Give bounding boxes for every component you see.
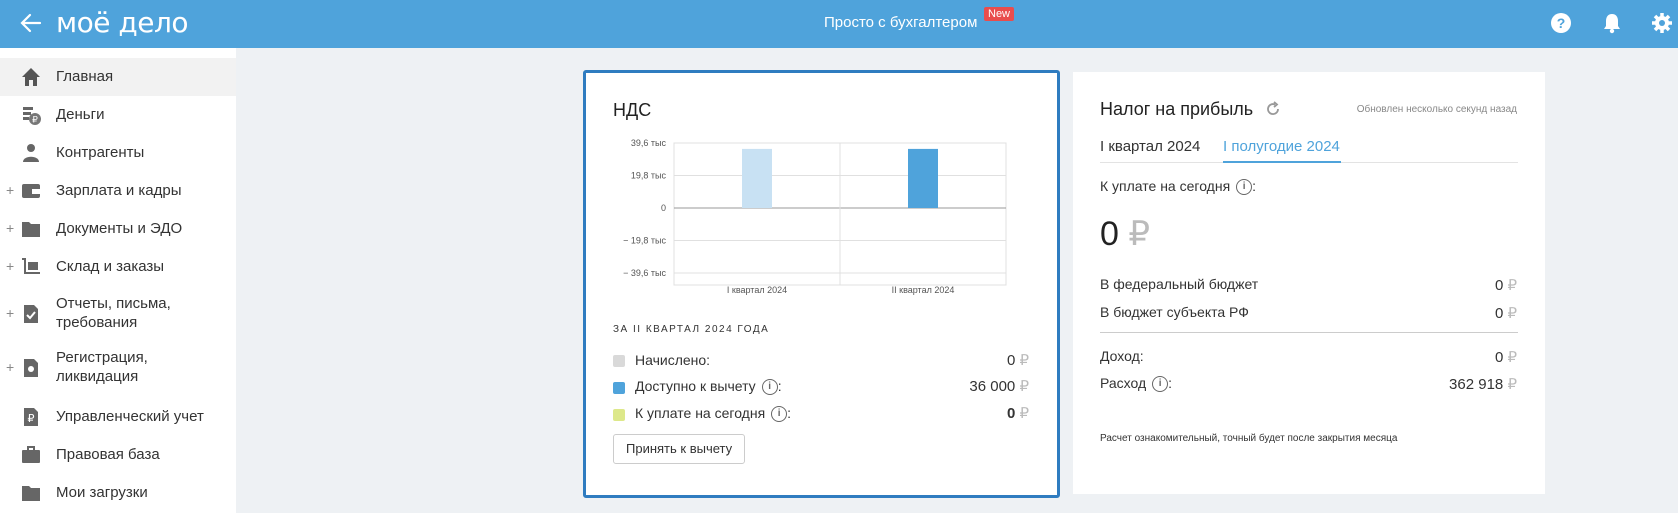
row-value: 0 ₽ bbox=[1006, 352, 1029, 369]
briefcase-icon bbox=[22, 446, 40, 463]
regional-budget-label: В бюджет субъекта РФ bbox=[1100, 304, 1249, 320]
tab-q1[interactable]: I квартал 2024 bbox=[1100, 138, 1200, 155]
regional-budget-value: 0 ₽ bbox=[1494, 305, 1517, 322]
row-value: 36 000 ₽ bbox=[969, 378, 1029, 395]
y-tick-label: 0 bbox=[661, 203, 666, 213]
expand-icon[interactable]: + bbox=[6, 182, 14, 198]
sidebar: Главная ₽ Деньги Контрагенты + Зарплата … bbox=[0, 48, 236, 513]
x-tick-label: I квартал 2024 bbox=[727, 285, 787, 295]
federal-budget-value: 0 ₽ bbox=[1494, 277, 1517, 294]
period-caption: ЗА II КВАРТАЛ 2024 ГОДА bbox=[613, 324, 770, 335]
sidebar-item-label: Мои загрузки bbox=[56, 484, 148, 501]
y-tick-label: − 39,6 тыс bbox=[623, 268, 666, 278]
sidebar-item-label: Деньги bbox=[56, 106, 105, 123]
sidebar-item-legal[interactable]: Правовая база bbox=[0, 436, 236, 474]
sidebar-item-label: Зарплата и кадры bbox=[56, 182, 182, 199]
nds-card: НДС 39,6 тыс 19,8 тыс 0 − 19,8 тыс − 39,6 ты… bbox=[583, 70, 1060, 498]
report-icon bbox=[24, 305, 38, 323]
gear-icon[interactable] bbox=[1651, 12, 1673, 34]
section-divider bbox=[1100, 332, 1518, 333]
calculation-note: Расчет ознакомительный, точный будет пос… bbox=[1100, 433, 1398, 444]
row-label: Доступно к вычету i: bbox=[635, 378, 782, 396]
expand-icon[interactable]: + bbox=[6, 258, 14, 274]
ruble-doc-icon: ₽ bbox=[24, 408, 38, 426]
y-tick-label: 19,8 тыс bbox=[631, 171, 667, 181]
y-tick-label: − 19,8 тыс bbox=[623, 236, 666, 246]
registration-icon bbox=[24, 359, 38, 377]
sidebar-item-label: Документы и ЭДО bbox=[56, 220, 183, 237]
sidebar-item-label: Правовая база bbox=[56, 446, 160, 463]
svg-text:?: ? bbox=[1557, 15, 1566, 31]
legend-swatch bbox=[613, 382, 625, 394]
accept-deduction-button[interactable]: Принять к вычету bbox=[613, 434, 746, 464]
sidebar-item-label: Регистрация, ликвидация bbox=[56, 349, 148, 385]
sidebar-item-warehouse[interactable]: + Склад и заказы bbox=[0, 248, 236, 286]
header-title[interactable]: Просто с бухгалтером bbox=[824, 14, 977, 31]
help-icon[interactable]: ? bbox=[1550, 12, 1572, 34]
info-icon[interactable]: i bbox=[1236, 179, 1253, 196]
sidebar-item-registration[interactable]: + Регистрация, ликвидация bbox=[0, 342, 236, 394]
sidebar-item-label: Склад и заказы bbox=[56, 258, 165, 275]
expense-label: Расход i: bbox=[1100, 375, 1173, 393]
legend-swatch bbox=[613, 355, 625, 367]
new-badge: New bbox=[984, 7, 1015, 21]
sidebar-item-money[interactable]: ₽ Деньги bbox=[0, 96, 236, 134]
folder-icon bbox=[22, 486, 40, 501]
sidebar-item-management[interactable]: ₽ Управленческий учет bbox=[0, 398, 236, 436]
row-label: К уплате на сегодня i: bbox=[635, 405, 792, 423]
active-tab-indicator bbox=[1223, 161, 1341, 163]
row-label: Начислено: bbox=[635, 352, 711, 368]
nds-chart: 39,6 тыс 19,8 тыс 0 − 19,8 тыс − 39,6 тыс I к… bbox=[623, 138, 1007, 295]
sidebar-item-documents[interactable]: + Документы и ЭДО bbox=[0, 210, 236, 248]
bell-icon[interactable] bbox=[1601, 12, 1623, 34]
tab-half-year[interactable]: I полугодие 2024 bbox=[1223, 138, 1340, 155]
profit-tax-card: Налог на прибыль Обновлен несколько секу… bbox=[1073, 72, 1545, 494]
expand-icon[interactable]: + bbox=[6, 305, 14, 321]
sidebar-item-home[interactable]: Главная bbox=[0, 58, 236, 96]
card-title: Налог на прибыль bbox=[1100, 99, 1254, 119]
expand-icon[interactable]: + bbox=[6, 220, 14, 236]
sidebar-item-downloads[interactable]: Мои загрузки bbox=[0, 474, 236, 512]
info-icon[interactable]: i bbox=[1152, 376, 1169, 393]
folder-icon bbox=[22, 222, 40, 237]
info-icon[interactable]: i bbox=[771, 406, 788, 423]
bar bbox=[742, 148, 772, 208]
refresh-icon[interactable] bbox=[1265, 101, 1281, 117]
income-label: Доход: bbox=[1100, 348, 1144, 364]
contractors-icon bbox=[23, 144, 39, 162]
sidebar-item-label: Контрагенты bbox=[56, 144, 145, 161]
expand-icon[interactable]: + bbox=[6, 359, 14, 375]
sidebar-item-salary[interactable]: + Зарплата и кадры bbox=[0, 172, 236, 210]
y-tick-label: 39,6 тыс bbox=[631, 138, 667, 148]
warehouse-icon bbox=[22, 258, 40, 274]
sidebar-item-contractors[interactable]: Контрагенты bbox=[0, 134, 236, 172]
expense-value: 362 918 ₽ bbox=[1449, 376, 1517, 393]
updated-status: Обновлен несколько секунд назад bbox=[1356, 104, 1517, 115]
x-tick-label: II квартал 2024 bbox=[892, 285, 955, 295]
logo[interactable]: моё дело bbox=[56, 6, 189, 39]
money-icon: ₽ bbox=[23, 107, 41, 125]
card-title: НДС bbox=[613, 100, 652, 120]
due-label: К уплате на сегодня i: bbox=[1100, 178, 1257, 196]
back-arrow-icon[interactable] bbox=[18, 10, 44, 36]
sidebar-item-reports[interactable]: + Отчеты, письма, требования bbox=[0, 288, 236, 340]
row-value: 0 ₽ bbox=[1006, 405, 1029, 422]
bar bbox=[908, 148, 938, 208]
home-icon bbox=[22, 68, 40, 86]
top-bar: моё дело Просто с бухгалтером New ? bbox=[0, 0, 1678, 48]
due-amount: 0 ₽ bbox=[1100, 215, 1151, 253]
legend-swatch bbox=[613, 409, 625, 421]
sidebar-item-label: Главная bbox=[56, 68, 114, 85]
svg-text:₽: ₽ bbox=[32, 115, 38, 125]
info-icon[interactable]: i bbox=[761, 379, 778, 396]
federal-budget-label: В федеральный бюджет bbox=[1100, 276, 1259, 292]
svg-text:₽: ₽ bbox=[28, 413, 35, 425]
income-value: 0 ₽ bbox=[1494, 349, 1517, 366]
wallet-icon bbox=[22, 184, 40, 198]
sidebar-item-label: Отчеты, письма, требования bbox=[56, 295, 171, 331]
sidebar-item-label: Управленческий учет bbox=[56, 408, 204, 425]
